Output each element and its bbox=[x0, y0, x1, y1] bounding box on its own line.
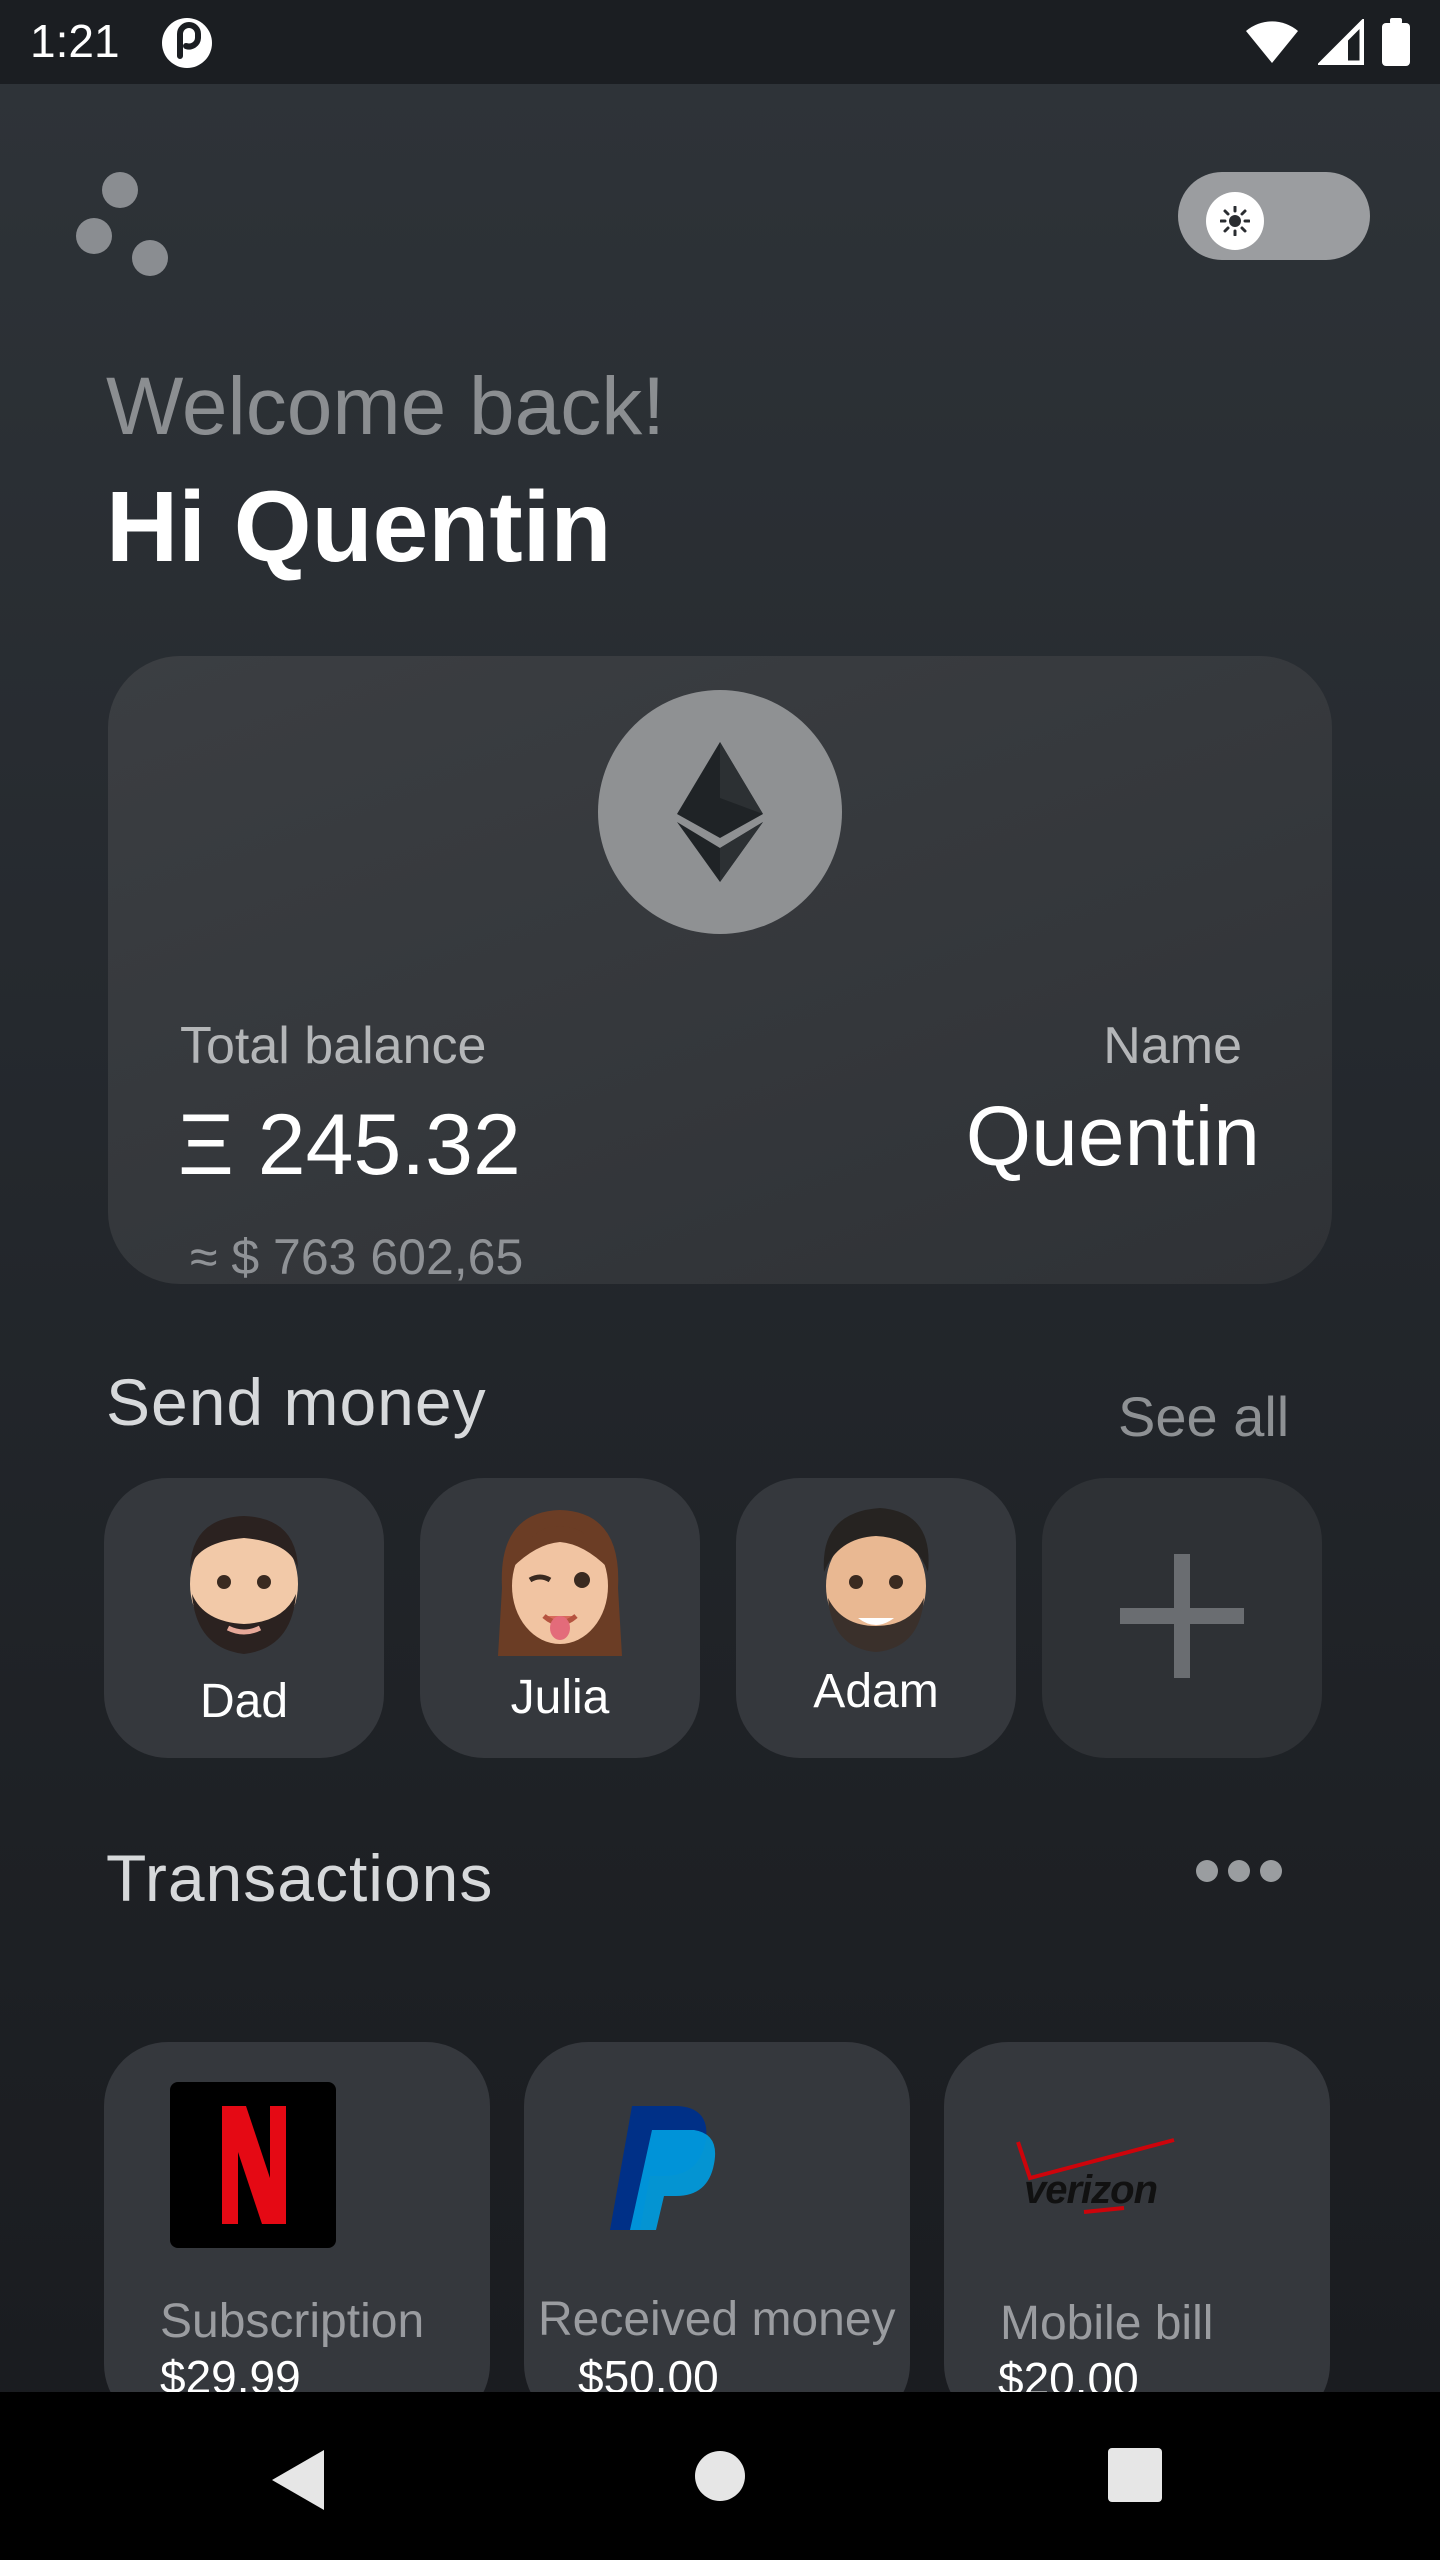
contact-card-dad[interactable]: Dad bbox=[104, 1478, 384, 1758]
signal-icon bbox=[1318, 19, 1364, 65]
see-all-link[interactable]: See all bbox=[1118, 1384, 1289, 1449]
status-bar: 1:21 bbox=[0, 0, 1440, 84]
recents-icon[interactable] bbox=[1108, 2448, 1162, 2502]
balance-fiat-value: ≈ $ 763 602,65 bbox=[190, 1229, 524, 1285]
transaction-card-subscription[interactable]: Subscription $29.99 bbox=[104, 2042, 490, 2428]
balance-card[interactable]: Total balance Ξ 245.32 ≈ $ 763 602,65 Na… bbox=[108, 656, 1332, 1285]
welcome-text: Welcome back! bbox=[106, 361, 666, 452]
ethereum-icon bbox=[598, 690, 842, 934]
total-balance-label: Total balance bbox=[180, 1017, 487, 1075]
julia-memoji-icon bbox=[498, 1510, 622, 1656]
more-horizontal-icon[interactable] bbox=[1196, 1860, 1282, 1882]
name-label: Name bbox=[1103, 1017, 1242, 1075]
verizon-logo-icon: verizon bbox=[1014, 2138, 1184, 2218]
status-icons bbox=[1244, 18, 1410, 66]
transaction-card-mobile-bill[interactable]: verizon Mobile bill $20.00 bbox=[944, 2042, 1330, 2428]
pico-app-icon bbox=[162, 18, 212, 68]
add-contact-button[interactable] bbox=[1042, 1478, 1322, 1758]
transaction-label: Subscription bbox=[160, 2295, 425, 2348]
contact-name: Adam bbox=[813, 1665, 939, 1718]
theme-toggle[interactable] bbox=[1178, 172, 1370, 260]
transactions-title: Transactions bbox=[106, 1841, 494, 1915]
transaction-label: Received money bbox=[538, 2293, 896, 2346]
status-time: 1:21 bbox=[30, 15, 120, 67]
dad-memoji-icon bbox=[190, 1516, 298, 1654]
home-icon[interactable] bbox=[694, 2450, 746, 2502]
back-icon[interactable] bbox=[270, 2448, 328, 2512]
netflix-logo-icon bbox=[170, 2082, 336, 2248]
sun-icon bbox=[1206, 192, 1264, 250]
paypal-logo-icon bbox=[610, 2106, 716, 2230]
transaction-card-received[interactable]: Received money $50.00 bbox=[524, 2042, 910, 2428]
send-money-title: Send money bbox=[106, 1365, 487, 1439]
three-dots-logo-icon[interactable] bbox=[76, 172, 172, 276]
wifi-icon bbox=[1246, 21, 1298, 63]
contact-card-julia[interactable]: Julia bbox=[420, 1478, 700, 1758]
app-screen: Welcome back! Hi Quentin Total balance Ξ… bbox=[0, 84, 1440, 2428]
transaction-label: Mobile bill bbox=[1000, 2297, 1214, 2350]
contact-name: Julia bbox=[510, 1671, 610, 1724]
balance-value: Ξ 245.32 bbox=[178, 1097, 521, 1193]
navigation-bar bbox=[0, 2392, 1440, 2560]
contact-name: Dad bbox=[199, 1675, 289, 1728]
name-value: Quentin bbox=[965, 1089, 1260, 1183]
greeting-title: Hi Quentin bbox=[106, 471, 612, 583]
adam-memoji-icon bbox=[823, 1508, 929, 1652]
contact-card-adam[interactable]: Adam bbox=[736, 1478, 1016, 1758]
battery-icon bbox=[1382, 18, 1410, 66]
